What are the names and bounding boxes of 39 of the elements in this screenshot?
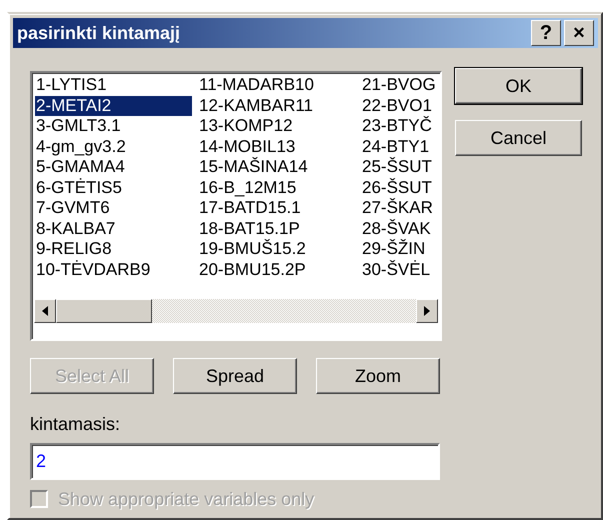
list-item[interactable]: 7-GVMT6 xyxy=(35,198,198,218)
action-button[interactable]: Spread xyxy=(173,358,297,394)
list-item[interactable]: 21-BVOG xyxy=(361,75,440,96)
list-item[interactable]: 12-KAMBAR11 xyxy=(198,96,361,116)
list-item[interactable]: 18-BAT15.1P xyxy=(198,218,361,239)
list-item[interactable]: 22-BVO1 xyxy=(361,96,440,116)
list-item[interactable]: 25-ŠSUT xyxy=(361,157,440,178)
list-item[interactable]: 28-ŠVAK xyxy=(361,218,440,239)
list-item[interactable]: 27-ŠKAR xyxy=(361,198,440,218)
cancel-button[interactable]: Cancel xyxy=(455,120,582,156)
close-button[interactable]: × xyxy=(564,20,594,46)
list-item[interactable]: 16-B_12M15 xyxy=(198,178,361,198)
help-button[interactable]: ? xyxy=(531,20,561,46)
list-item[interactable]: 2-METAI2 xyxy=(35,96,192,116)
list-item[interactable]: 6-GTĖTIS5 xyxy=(35,178,198,198)
list-item[interactable]: 29-ŠŽIN xyxy=(361,239,440,260)
list-item[interactable]: 10-TĖVDARB9 xyxy=(35,260,198,280)
list-item[interactable]: 5-GMAMA4 xyxy=(35,157,198,178)
variable-input[interactable]: 2 xyxy=(30,443,440,480)
list-item[interactable]: 3-GMLT3.1 xyxy=(35,116,198,136)
list-item[interactable]: 17-BATD15.1 xyxy=(198,198,361,218)
list-item[interactable]: 14-MOBIL13 xyxy=(198,136,361,157)
list-item[interactable]: 9-RELIG8 xyxy=(35,239,198,260)
list-item[interactable]: 20-BMU15.2P xyxy=(198,260,361,280)
window-title: pasirinkti kintamajį xyxy=(17,22,182,44)
list-item[interactable]: 23-BTYČ xyxy=(361,116,440,136)
ok-button[interactable]: OK xyxy=(455,68,582,104)
list-item[interactable]: 11-MADARB10 xyxy=(198,75,361,96)
list-item[interactable]: 24-BTY1 xyxy=(361,136,440,157)
list-item[interactable]: 15-MAŠINA14 xyxy=(198,157,361,178)
list-item[interactable]: 26-ŠSUT xyxy=(361,178,440,198)
field-label: kintamasis: xyxy=(30,414,120,435)
action-button[interactable]: Zoom xyxy=(316,358,440,394)
list-item[interactable]: 8-KALBA7 xyxy=(35,218,198,239)
list-item[interactable]: 19-BMUŠ15.2 xyxy=(198,239,361,260)
list-item[interactable]: 30-ŠVĖL xyxy=(361,260,440,280)
list-item[interactable]: 4-gm_gv3.2 xyxy=(35,136,198,157)
list-item[interactable]: 1-LYTIS1 xyxy=(35,75,198,96)
list-item[interactable]: 13-KOMP12 xyxy=(198,116,361,136)
